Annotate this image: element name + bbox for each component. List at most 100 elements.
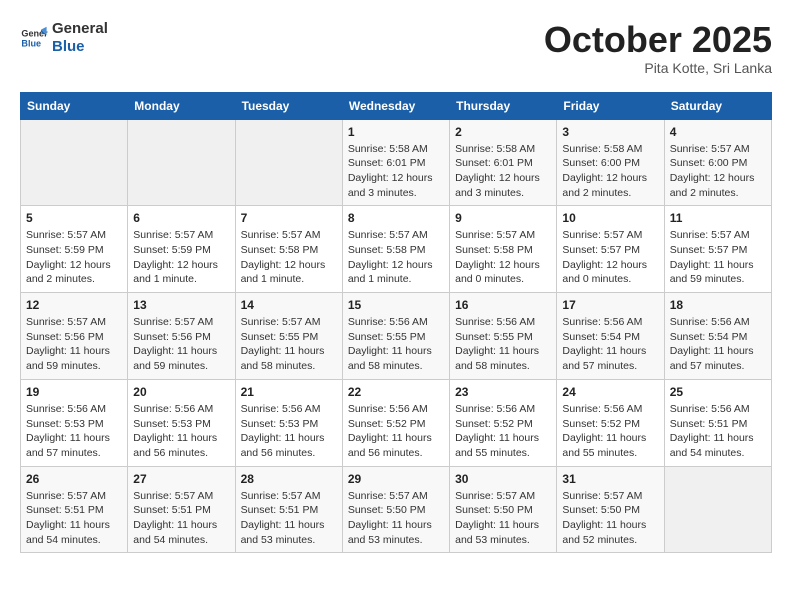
- day-cell: 26 Sunrise: 5:57 AMSunset: 5:51 PMDayligh…: [21, 466, 128, 553]
- day-info: Sunrise: 5:56 AMSunset: 5:52 PMDaylight:…: [348, 402, 444, 461]
- day-info: Sunrise: 5:57 AMSunset: 5:51 PMDaylight:…: [26, 489, 122, 548]
- day-info: Sunrise: 5:57 AMSunset: 5:50 PMDaylight:…: [562, 489, 658, 548]
- day-number: 25: [670, 385, 766, 399]
- day-cell: 31 Sunrise: 5:57 AMSunset: 5:50 PMDayligh…: [557, 466, 664, 553]
- day-cell: [664, 466, 771, 553]
- day-number: 24: [562, 385, 658, 399]
- day-number: 10: [562, 211, 658, 225]
- logo-general-text: General: [52, 20, 108, 38]
- day-info: Sunrise: 5:57 AMSunset: 5:57 PMDaylight:…: [562, 228, 658, 287]
- day-info: Sunrise: 5:57 AMSunset: 5:59 PMDaylight:…: [133, 228, 229, 287]
- day-cell: 24 Sunrise: 5:56 AMSunset: 5:52 PMDayligh…: [557, 379, 664, 466]
- week-row-2: 5 Sunrise: 5:57 AMSunset: 5:59 PMDaylight…: [21, 206, 772, 293]
- day-cell: 14Sunrise: 5:57 AMSunset: 5:55 PMDayligh…: [235, 293, 342, 380]
- weekday-header-row: SundayMondayTuesdayWednesdayThursdayFrid…: [21, 92, 772, 119]
- day-number: 17: [562, 298, 658, 312]
- day-info: Sunrise: 5:56 AMSunset: 5:54 PMDaylight:…: [670, 315, 766, 374]
- day-info: Sunrise: 5:56 AMSunset: 5:53 PMDaylight:…: [26, 402, 122, 461]
- day-cell: 8 Sunrise: 5:57 AMSunset: 5:58 PMDaylight…: [342, 206, 449, 293]
- day-cell: [235, 119, 342, 206]
- day-cell: 22 Sunrise: 5:56 AMSunset: 5:52 PMDayligh…: [342, 379, 449, 466]
- day-cell: 13Sunrise: 5:57 AMSunset: 5:56 PMDayligh…: [128, 293, 235, 380]
- page-header: General Blue General Blue October 2025 P…: [20, 20, 772, 76]
- day-number: 12: [26, 298, 122, 312]
- weekday-header-monday: Monday: [128, 92, 235, 119]
- day-number: 22: [348, 385, 444, 399]
- location-subtitle: Pita Kotte, Sri Lanka: [544, 60, 772, 76]
- weekday-header-wednesday: Wednesday: [342, 92, 449, 119]
- day-number: 28: [241, 472, 337, 486]
- title-block: October 2025 Pita Kotte, Sri Lanka: [544, 20, 772, 76]
- day-cell: [21, 119, 128, 206]
- day-cell: 30Sunrise: 5:57 AMSunset: 5:50 PMDayligh…: [450, 466, 557, 553]
- day-cell: 3 Sunrise: 5:58 AMSunset: 6:00 PMDaylight…: [557, 119, 664, 206]
- day-cell: 19 Sunrise: 5:56 AMSunset: 5:53 PMDayligh…: [21, 379, 128, 466]
- week-row-5: 26 Sunrise: 5:57 AMSunset: 5:51 PMDayligh…: [21, 466, 772, 553]
- weekday-header-saturday: Saturday: [664, 92, 771, 119]
- day-cell: [128, 119, 235, 206]
- day-number: 31: [562, 472, 658, 486]
- day-number: 8: [348, 211, 444, 225]
- day-info: Sunrise: 5:56 AMSunset: 5:52 PMDaylight:…: [455, 402, 551, 461]
- day-info: Sunrise: 5:57 AMSunset: 5:50 PMDaylight:…: [348, 489, 444, 548]
- day-cell: 9Sunrise: 5:57 AMSunset: 5:58 PMDaylight…: [450, 206, 557, 293]
- day-cell: 11 Sunrise: 5:57 AMSunset: 5:57 PMDayligh…: [664, 206, 771, 293]
- weekday-header-tuesday: Tuesday: [235, 92, 342, 119]
- weekday-header-sunday: Sunday: [21, 92, 128, 119]
- day-number: 30: [455, 472, 551, 486]
- day-info: Sunrise: 5:57 AMSunset: 5:51 PMDaylight:…: [133, 489, 229, 548]
- day-number: 6: [133, 211, 229, 225]
- day-number: 14: [241, 298, 337, 312]
- day-number: 23: [455, 385, 551, 399]
- day-number: 18: [670, 298, 766, 312]
- day-info: Sunrise: 5:58 AMSunset: 6:00 PMDaylight:…: [562, 142, 658, 201]
- week-row-3: 12 Sunrise: 5:57 AMSunset: 5:56 PMDayligh…: [21, 293, 772, 380]
- day-number: 19: [26, 385, 122, 399]
- day-cell: 7 Sunrise: 5:57 AMSunset: 5:58 PMDaylight…: [235, 206, 342, 293]
- day-number: 26: [26, 472, 122, 486]
- logo-blue-text: Blue: [52, 38, 108, 56]
- day-cell: 4Sunrise: 5:57 AMSunset: 6:00 PMDaylight…: [664, 119, 771, 206]
- day-info: Sunrise: 5:57 AMSunset: 5:58 PMDaylight:…: [348, 228, 444, 287]
- day-cell: 2Sunrise: 5:58 AMSunset: 6:01 PMDaylight…: [450, 119, 557, 206]
- day-number: 7: [241, 211, 337, 225]
- day-info: Sunrise: 5:57 AMSunset: 5:51 PMDaylight:…: [241, 489, 337, 548]
- day-cell: 25Sunrise: 5:56 AMSunset: 5:51 PMDayligh…: [664, 379, 771, 466]
- calendar-table: SundayMondayTuesdayWednesdayThursdayFrid…: [20, 92, 772, 554]
- day-cell: 6 Sunrise: 5:57 AMSunset: 5:59 PMDaylight…: [128, 206, 235, 293]
- day-info: Sunrise: 5:57 AMSunset: 5:56 PMDaylight:…: [26, 315, 122, 374]
- weekday-header-friday: Friday: [557, 92, 664, 119]
- day-info: Sunrise: 5:57 AMSunset: 5:57 PMDaylight:…: [670, 228, 766, 287]
- day-number: 3: [562, 125, 658, 139]
- day-number: 20: [133, 385, 229, 399]
- day-cell: 18 Sunrise: 5:56 AMSunset: 5:54 PMDayligh…: [664, 293, 771, 380]
- day-info: Sunrise: 5:56 AMSunset: 5:53 PMDaylight:…: [133, 402, 229, 461]
- day-cell: 16 Sunrise: 5:56 AMSunset: 5:55 PMDayligh…: [450, 293, 557, 380]
- day-number: 11: [670, 211, 766, 225]
- day-number: 5: [26, 211, 122, 225]
- day-number: 21: [241, 385, 337, 399]
- day-number: 16: [455, 298, 551, 312]
- day-info: Sunrise: 5:57 AMSunset: 5:58 PMDaylight:…: [241, 228, 337, 287]
- day-cell: 21 Sunrise: 5:56 AMSunset: 5:53 PMDayligh…: [235, 379, 342, 466]
- day-info: Sunrise: 5:57 AMSunset: 5:59 PMDaylight:…: [26, 228, 122, 287]
- weekday-header-thursday: Thursday: [450, 92, 557, 119]
- day-cell: 23 Sunrise: 5:56 AMSunset: 5:52 PMDayligh…: [450, 379, 557, 466]
- day-info: Sunrise: 5:56 AMSunset: 5:52 PMDaylight:…: [562, 402, 658, 461]
- day-number: 27: [133, 472, 229, 486]
- day-number: 1: [348, 125, 444, 139]
- day-number: 13: [133, 298, 229, 312]
- day-info: Sunrise: 5:57 AMSunset: 5:58 PMDaylight:…: [455, 228, 551, 287]
- month-title: October 2025: [544, 20, 772, 60]
- day-cell: 5 Sunrise: 5:57 AMSunset: 5:59 PMDaylight…: [21, 206, 128, 293]
- day-cell: 17Sunrise: 5:56 AMSunset: 5:54 PMDayligh…: [557, 293, 664, 380]
- day-cell: 20 Sunrise: 5:56 AMSunset: 5:53 PMDayligh…: [128, 379, 235, 466]
- week-row-4: 19 Sunrise: 5:56 AMSunset: 5:53 PMDayligh…: [21, 379, 772, 466]
- day-info: Sunrise: 5:58 AMSunset: 6:01 PMDaylight:…: [348, 142, 444, 201]
- day-info: Sunrise: 5:56 AMSunset: 5:55 PMDaylight:…: [455, 315, 551, 374]
- day-cell: 10 Sunrise: 5:57 AMSunset: 5:57 PMDayligh…: [557, 206, 664, 293]
- day-info: Sunrise: 5:56 AMSunset: 5:53 PMDaylight:…: [241, 402, 337, 461]
- logo: General Blue General Blue: [20, 20, 108, 56]
- day-info: Sunrise: 5:57 AMSunset: 6:00 PMDaylight:…: [670, 142, 766, 201]
- day-cell: 1 Sunrise: 5:58 AMSunset: 6:01 PMDaylight…: [342, 119, 449, 206]
